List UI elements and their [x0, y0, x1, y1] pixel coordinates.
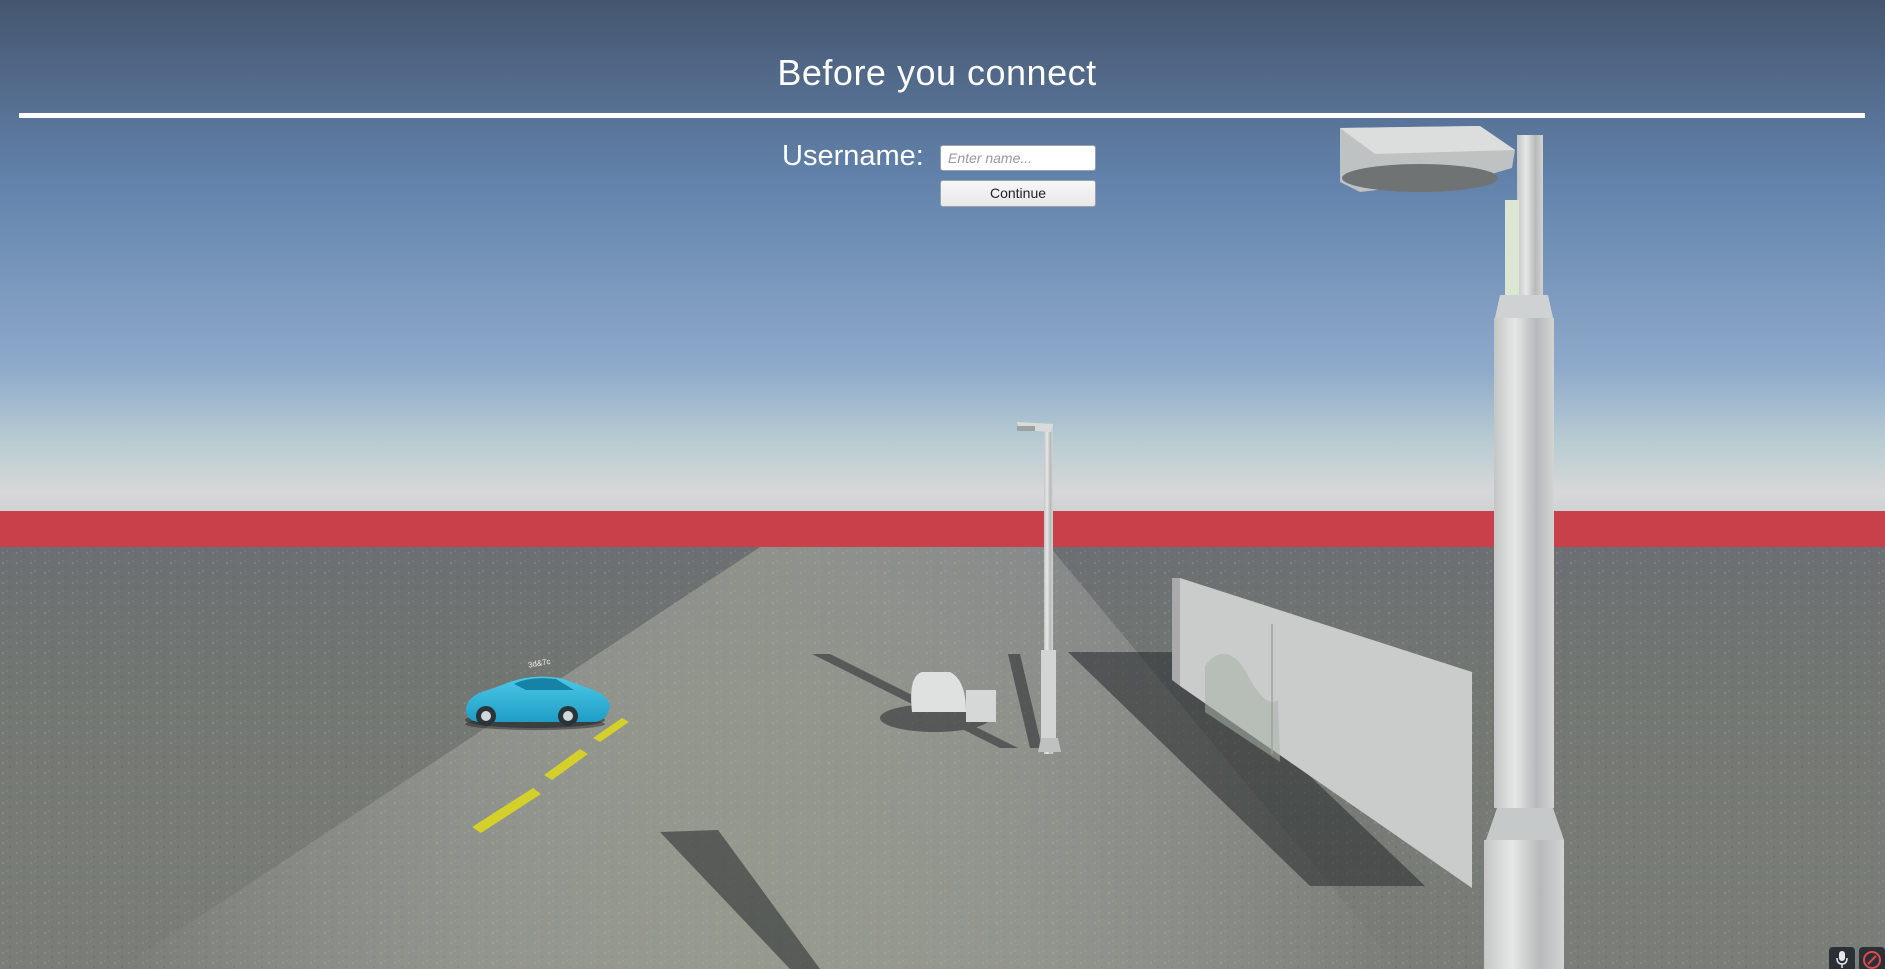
- username-input[interactable]: [940, 145, 1096, 171]
- dialog-title: Before you connect: [777, 52, 1097, 93]
- record-icon: [1863, 951, 1881, 969]
- microphone-button[interactable]: [1829, 947, 1855, 969]
- continue-button[interactable]: Continue: [940, 180, 1096, 207]
- corner-toolbar: [1825, 947, 1885, 969]
- record-button[interactable]: [1859, 947, 1885, 969]
- horizon-band: [0, 511, 1885, 548]
- game-viewport[interactable]: 3d&7c Before you connect Username: Conti…: [0, 0, 1885, 969]
- microphone-icon: [1836, 951, 1848, 968]
